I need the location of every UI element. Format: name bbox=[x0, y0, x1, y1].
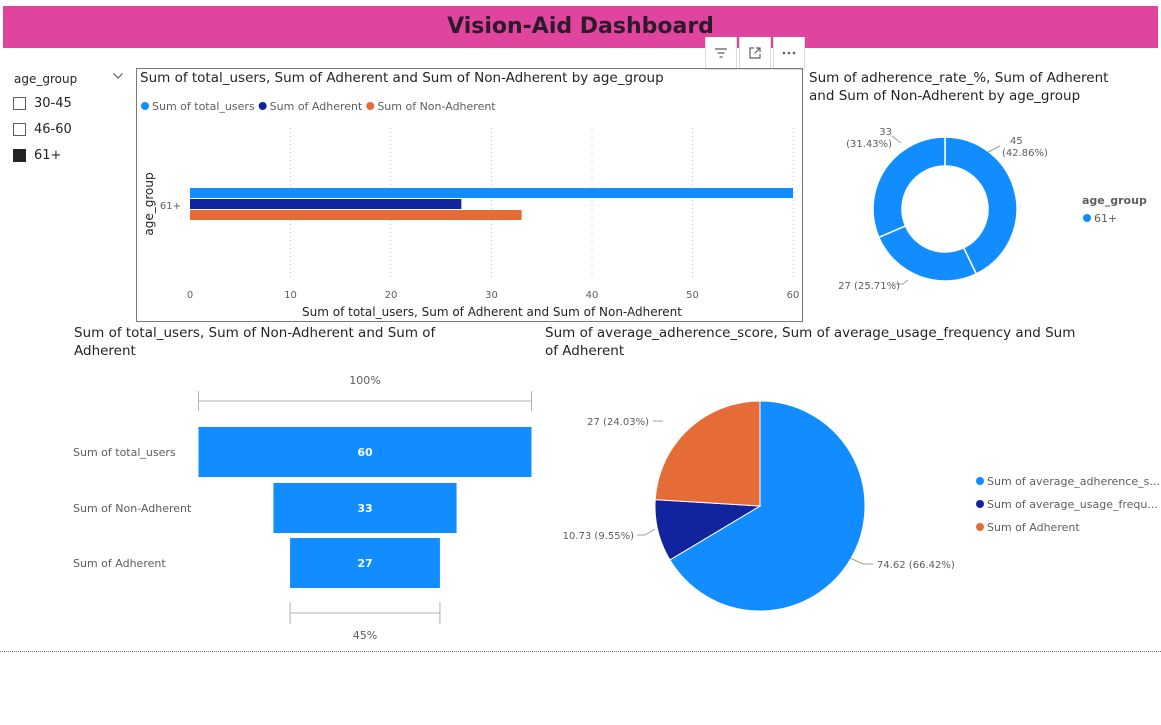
donut-slice[interactable] bbox=[877, 224, 978, 282]
slicer-item-61-plus[interactable]: 61+ bbox=[13, 148, 61, 163]
bar-sum-of-total-users[interactable] bbox=[190, 188, 793, 198]
page-title: Vision-Aid Dashboard bbox=[447, 14, 714, 39]
funnel-chart-title: Sum of total_users, Sum of Non-Adherent … bbox=[74, 325, 436, 359]
legend-label: Sum of Adherent bbox=[270, 100, 363, 113]
focus-mode-icon[interactable] bbox=[739, 37, 771, 70]
slicer-item-label: 46-60 bbox=[34, 122, 72, 137]
donut-data-label: 27 (25.71%) bbox=[838, 281, 900, 292]
x-tick-label: 30 bbox=[485, 290, 498, 301]
funnel-bottom-percent: 45% bbox=[353, 629, 377, 642]
checkbox-checked[interactable] bbox=[13, 149, 26, 162]
chevron-down-icon[interactable] bbox=[112, 70, 124, 85]
donut-legend-item: 61+ bbox=[1094, 212, 1117, 225]
x-tick-label: 0 bbox=[187, 290, 193, 301]
pie-legend-label: Sum of Adherent bbox=[987, 521, 1080, 534]
donut-data-label: 45 bbox=[1010, 136, 1023, 147]
leader-line bbox=[891, 135, 902, 144]
checkbox[interactable] bbox=[13, 123, 26, 136]
pie-legend-label: Sum of average_adherence_s... bbox=[987, 475, 1160, 488]
funnel-bottom-bracket bbox=[289, 602, 441, 624]
funnel-category-label: Sum of Adherent bbox=[73, 557, 166, 570]
page-divider bbox=[0, 651, 1161, 652]
pie-chart-title: Sum of average_adherence_score, Sum of a… bbox=[545, 325, 1076, 359]
x-tick-label: 60 bbox=[787, 290, 800, 301]
pie-legend-label: Sum of average_usage_frequ... bbox=[987, 498, 1158, 511]
pie-legend-marker bbox=[976, 500, 984, 508]
legend-label: Sum of Non-Adherent bbox=[377, 100, 496, 113]
pie-legend-marker bbox=[976, 477, 984, 485]
slicer-item-30-45[interactable]: 30-45 bbox=[13, 96, 72, 111]
donut-chart-title: Sum of adherence_rate_%, Sum of Adherent… bbox=[809, 70, 1109, 104]
legend-marker bbox=[366, 102, 375, 110]
x-tick-label: 50 bbox=[686, 290, 699, 301]
x-axis-title: Sum of total_users, Sum of Adherent and … bbox=[302, 305, 682, 319]
funnel-chart: 100% 60 Sum of total_users 33 Sum of Non-Ad… bbox=[73, 374, 532, 642]
x-tick-label: 40 bbox=[586, 290, 599, 301]
x-tick-label: 20 bbox=[385, 290, 398, 301]
legend-marker bbox=[141, 102, 149, 110]
slicer-title: age_group bbox=[14, 72, 78, 86]
funnel-value-label: 33 bbox=[357, 502, 372, 515]
bar-sum-of-non-adherent[interactable] bbox=[190, 210, 522, 220]
funnel-top-percent: 100% bbox=[349, 374, 380, 387]
legend-label: Sum of total_users bbox=[152, 100, 255, 113]
funnel-top-bracket bbox=[198, 391, 532, 411]
donut-data-label: 33 bbox=[879, 127, 892, 138]
funnel-category-label: Sum of total_users bbox=[73, 446, 176, 459]
x-tick-label: 10 bbox=[284, 290, 297, 301]
leader-line bbox=[987, 145, 1001, 153]
donut-chart: 45(42.86%) 27 (25.71%) 33(31.43%) age_grou… bbox=[838, 127, 1147, 292]
pie-chart: 74.62 (66.42%) 10.73 (9.55%) 27 (24.03%) S… bbox=[563, 400, 1160, 612]
checkbox[interactable] bbox=[13, 97, 26, 110]
pie-data-label: 74.62 (66.42%) bbox=[877, 560, 955, 571]
pie-legend-marker bbox=[976, 523, 984, 531]
funnel-value-label: 27 bbox=[357, 557, 372, 570]
slicer-item-label: 30-45 bbox=[34, 96, 72, 111]
filter-icon[interactable] bbox=[705, 37, 737, 70]
slicer-item-46-60[interactable]: 46-60 bbox=[13, 122, 72, 137]
funnel-category-label: Sum of Non-Adherent bbox=[73, 502, 192, 515]
leader-line bbox=[849, 557, 873, 565]
donut-legend-marker bbox=[1083, 214, 1091, 222]
pie-data-label: 27 (24.03%) bbox=[587, 417, 649, 428]
legend-marker bbox=[258, 102, 267, 110]
pie-data-label: 10.73 (9.55%) bbox=[563, 531, 634, 542]
slicer-item-label: 61+ bbox=[34, 148, 62, 163]
y-axis-title: age_group bbox=[142, 172, 156, 235]
donut-slice[interactable] bbox=[872, 136, 946, 239]
pie-slice[interactable] bbox=[654, 400, 761, 507]
donut-data-label-pct: (31.43%) bbox=[846, 139, 892, 150]
bar-sum-of-adherent[interactable] bbox=[190, 199, 462, 209]
more-options-icon[interactable] bbox=[773, 37, 805, 70]
y-tick-label: 61+ bbox=[160, 201, 181, 212]
leader-line bbox=[637, 528, 656, 536]
donut-legend-title: age_group bbox=[1082, 194, 1147, 207]
bar-chart: Sum of total_users Sum of Adherent Sum of … bbox=[141, 100, 800, 319]
donut-data-label-pct: (42.86%) bbox=[1002, 148, 1048, 159]
funnel-value-label: 60 bbox=[357, 446, 373, 459]
